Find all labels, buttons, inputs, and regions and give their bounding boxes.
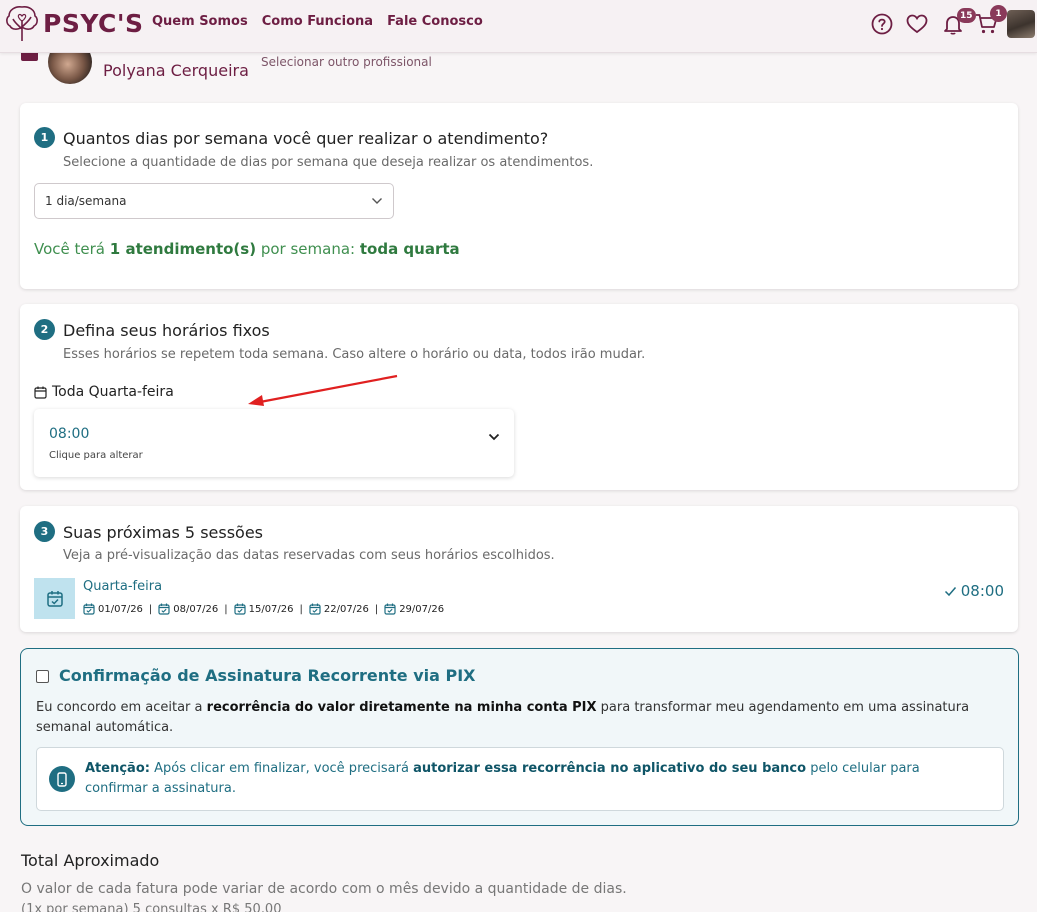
session-weekday: Quarta-feira	[83, 579, 163, 594]
attention-text: Atenção: Após clicar em finalizar, você …	[85, 761, 920, 796]
session-date: 22/07/26	[309, 603, 369, 615]
tree-logo-icon	[6, 6, 38, 42]
session-date: 01/07/26	[83, 603, 143, 615]
calendar-check-icon	[158, 603, 170, 615]
session-date: 29/07/26	[384, 603, 444, 615]
step2-title: Defina seus horários fixos	[63, 321, 270, 340]
step2-card: 2 Defina seus horários fixos Esses horár…	[20, 304, 1018, 490]
step3-number: 3	[34, 521, 55, 542]
total-subtitle: O valor de cada fatura pode variar de ac…	[21, 881, 627, 897]
step1-subtitle: Selecione a quantidade de dias por seman…	[63, 155, 594, 170]
session-dates: 01/07/26 | 08/07/26 | 15/07/26 | 22/07/2…	[83, 603, 444, 615]
nav-quem-somos[interactable]: Quem Somos	[152, 14, 248, 29]
days-per-week-value: 1 dia/semana	[45, 194, 127, 208]
weekday-label: Toda Quarta-feira	[34, 384, 174, 400]
top-header: PSYC'S Quem Somos Como Funciona Fale Con…	[0, 0, 1037, 53]
chevron-down-icon	[372, 198, 382, 204]
smartphone-icon	[49, 766, 75, 792]
session-time: 08:00	[944, 582, 1004, 600]
session-calendar-badge	[34, 578, 75, 619]
step3-title: Suas próximas 5 sessões	[63, 523, 264, 542]
step2-subtitle: Esses horários se repetem toda semana. C…	[63, 347, 646, 362]
calendar-icon	[34, 386, 47, 399]
pix-confirmation-box: Confirmação de Assinatura Recorrente via…	[20, 648, 1019, 826]
professional-name: Polyana Cerqueira	[103, 61, 249, 80]
days-per-week-select[interactable]: 1 dia/semana	[34, 183, 394, 219]
annotation-arrow	[248, 374, 398, 406]
cart-badge: 1	[990, 5, 1007, 22]
nav-como-funciona[interactable]: Como Funciona	[262, 14, 373, 29]
attention-notice: Atenção: Após clicar em finalizar, você …	[36, 747, 1004, 811]
chevron-down-icon	[488, 433, 500, 441]
check-icon	[944, 586, 956, 596]
help-icon[interactable]	[870, 12, 894, 36]
calendar-check-icon	[46, 590, 63, 607]
heart-icon[interactable]	[905, 12, 929, 36]
notifications-badge: 15	[957, 8, 976, 23]
session-date: 08/07/26	[158, 603, 218, 615]
nav-fale-conosco[interactable]: Fale Conosco	[387, 14, 483, 29]
step1-title: Quantos dias por semana você quer realiz…	[63, 129, 549, 148]
total-title: Total Aproximado	[21, 851, 160, 870]
selected-time: 08:00	[49, 426, 90, 442]
step3-subtitle: Veja a pré-visualização das datas reserv…	[63, 548, 555, 563]
step3-card: 3 Suas próximas 5 sessões Veja a pré-vis…	[20, 506, 1018, 632]
pix-title: Confirmação de Assinatura Recorrente via…	[59, 666, 476, 685]
step1-number: 1	[34, 127, 55, 148]
session-date: 15/07/26	[233, 603, 294, 615]
main-nav: Quem Somos Como Funciona Fale Conosco	[152, 14, 483, 29]
logo[interactable]: PSYC'S	[3, 3, 144, 43]
logo-text: PSYC'S	[43, 8, 144, 38]
sessions-summary: Você terá 1 atendimento(s) por semana: t…	[34, 240, 460, 258]
calendar-check-icon	[309, 603, 321, 615]
step1-card: 1 Quantos dias por semana você quer real…	[20, 103, 1018, 289]
header-actions: 15 1	[862, 5, 1037, 40]
select-other-professional-link[interactable]: Selecionar outro profissional	[261, 55, 432, 69]
pix-consent-text: Eu concordo em aceitar a recorrência do …	[36, 700, 970, 735]
calendar-check-icon	[384, 603, 396, 615]
pix-consent-checkbox[interactable]	[36, 670, 49, 683]
calendar-check-icon	[233, 603, 246, 615]
calendar-check-icon	[83, 603, 95, 615]
time-selector[interactable]: 08:00 Clique para alterar	[34, 409, 514, 477]
step2-number: 2	[34, 319, 55, 340]
time-hint: Clique para alterar	[49, 450, 143, 461]
total-breakdown: (1x por semana) 5 consultas x R$ 50,00	[21, 902, 282, 912]
user-avatar[interactable]	[1007, 10, 1035, 38]
